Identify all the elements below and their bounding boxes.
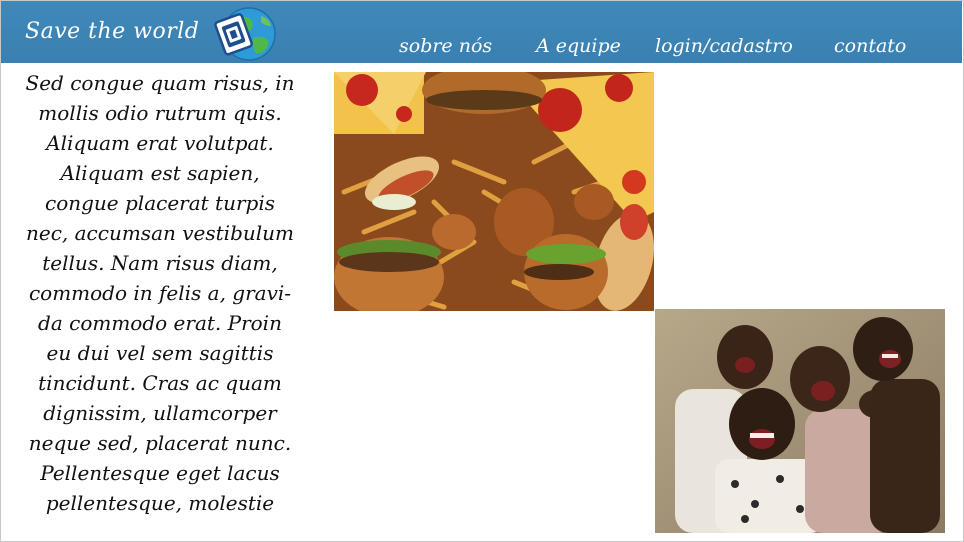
fast-food-photo [334,72,654,311]
text-line: eu dui vel sem sagittis [46,341,274,365]
text-line: tincidunt. Cras ac quam [38,371,282,395]
text-line: tellus. Nam risus diam, [42,251,278,275]
text-line: da commodo erat. Proin [38,311,282,335]
nav-login-cadastro[interactable]: login/cadastro [655,35,793,57]
text-line: Aliquam est sapien, [60,161,260,185]
laughing-children-photo [655,309,945,533]
nav-contato[interactable]: contato [834,35,906,57]
main-nav: sobre nós A equipe login/cadastro contat… [1,35,962,61]
text-line: nec, accumsan vestibulum [26,221,294,245]
text-line: congue placerat turpis [45,191,275,215]
text-line: Sed congue quam risus, in [25,71,295,95]
header-bar: Save the world sobre nós A equipe login/… [1,1,962,63]
body-text: Sed congue quam risus, in mollis odio ru… [4,68,316,518]
nav-sobre-nos[interactable]: sobre nós [399,35,492,57]
nav-a-equipe[interactable]: A equipe [536,35,621,57]
text-line: Pellentesque eget lacus [40,461,280,485]
text-line: pellentesque, molestie [45,491,275,515]
text-line: dignissim, ullamcorper [43,401,277,425]
text-line: Aliquam erat volutpat. [46,131,274,155]
text-line: mollis odio rutrum quis. [38,101,282,125]
text-line: commodo in felis a, gravi- [28,281,292,305]
text-line: neque sed, placerat nunc. [28,431,292,455]
